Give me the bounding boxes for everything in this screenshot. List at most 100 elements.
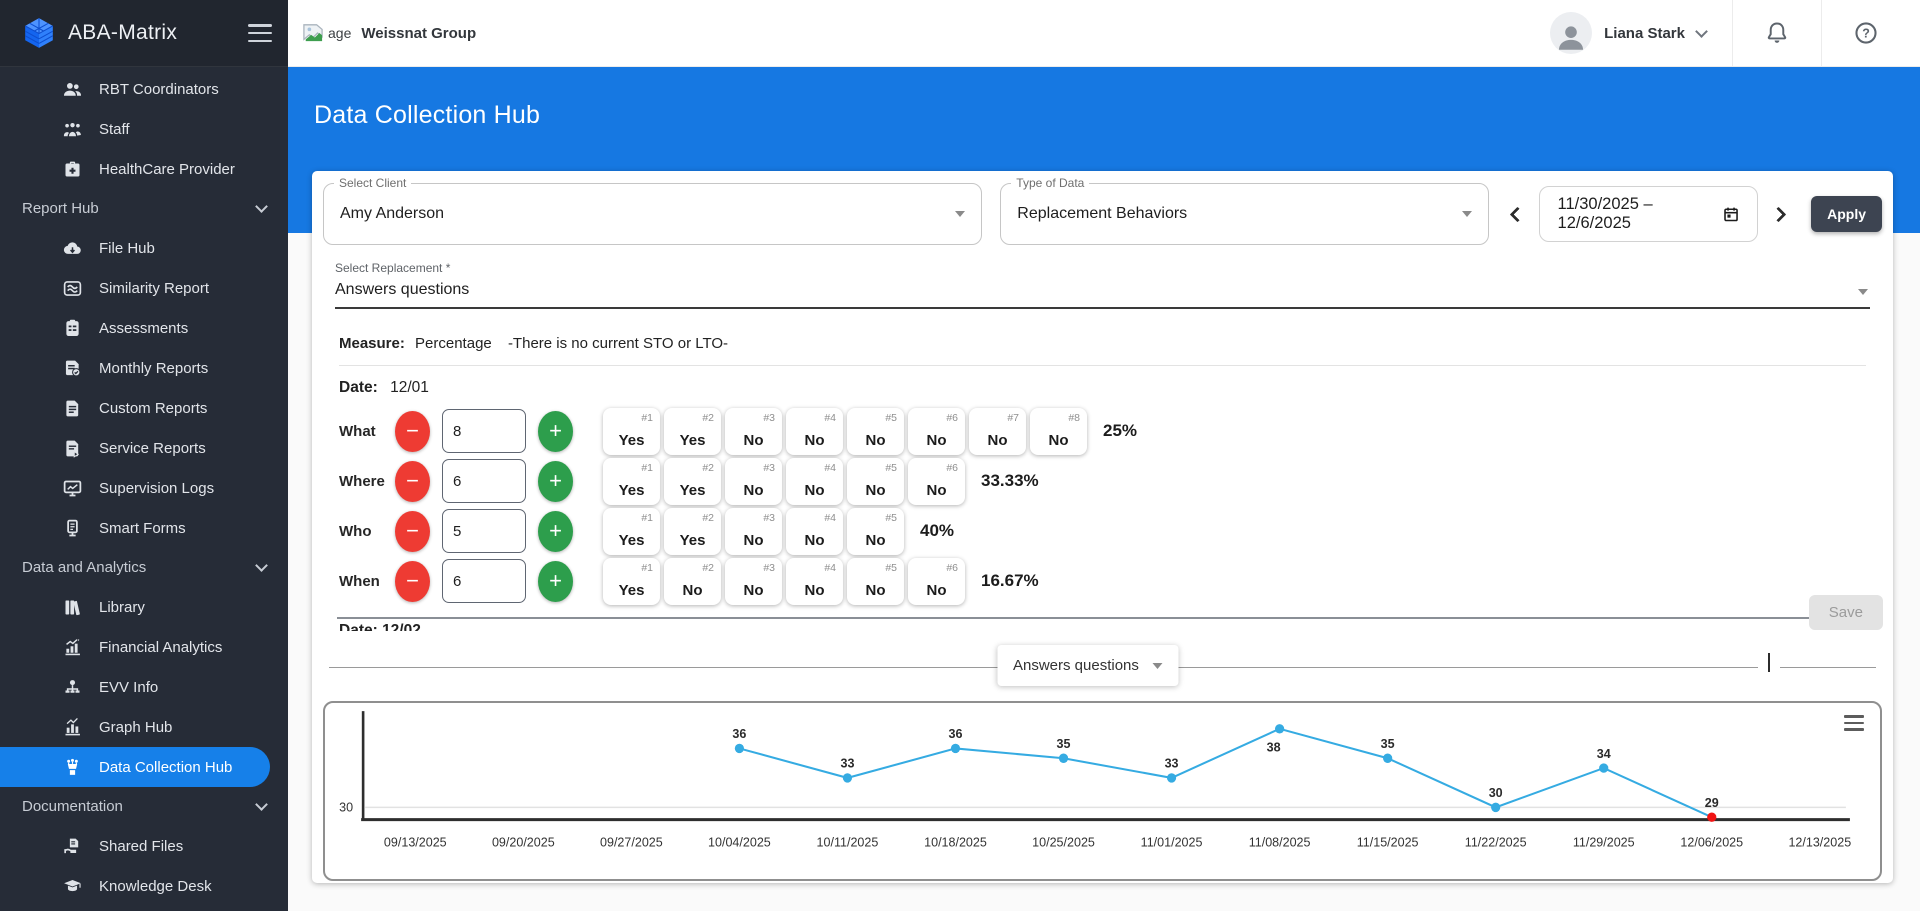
prev-week-button[interactable] [1503,197,1533,231]
sidebar-item-custom-reports[interactable]: Custom Reports [0,388,288,428]
chip-value: No [987,431,1008,449]
svg-text:11/22/2025: 11/22/2025 [1465,835,1527,849]
entry-row-label: Who [339,522,372,540]
response-chip[interactable]: #5 No [847,407,904,455]
response-chip[interactable]: #8 No [1030,407,1087,455]
help-button[interactable]: ? [1822,0,1910,66]
chart-context-menu-button[interactable] [1844,715,1864,731]
chip-value: No [743,531,764,549]
app-logo-cube-icon [24,18,54,48]
response-chip[interactable]: #3 No [725,507,782,555]
sidebar-section-data-and-analytics[interactable]: Data and Analytics [0,548,288,587]
response-chip[interactable]: #6 No [908,457,965,505]
sidebar-item-healthcare-provider[interactable]: HealthCare Provider [0,149,288,189]
response-chip[interactable]: #1 Yes [603,457,660,505]
sidebar-item-supervision-logs[interactable]: Supervision Logs [0,468,288,508]
chip-number: #5 [885,461,897,474]
svg-text:34: 34 [1597,747,1611,761]
svg-text:33: 33 [840,757,854,771]
response-chip[interactable]: #4 No [786,457,843,505]
sidebar-item-file-hub[interactable]: File Hub [0,228,288,268]
response-chip[interactable]: #4 No [786,407,843,455]
increment-button[interactable]: + [538,460,573,502]
sidebar-toggle-hamburger-icon[interactable] [248,24,272,42]
type-of-data-dropdown[interactable]: Type of Data Replacement Behaviors [1000,176,1489,245]
chip-number: #3 [763,561,775,574]
response-chip[interactable]: #6 No [908,407,965,455]
save-button[interactable]: Save [1808,595,1883,630]
svg-text:11/08/2025: 11/08/2025 [1249,835,1311,849]
sidebar-item-financial-analytics[interactable]: Financial Analytics [0,627,288,667]
notifications-button[interactable] [1733,0,1821,66]
sidebar-section-report-hub[interactable]: Report Hub [0,189,288,228]
response-chip[interactable]: #2 No [664,557,721,605]
response-chip[interactable]: #4 No [786,507,843,555]
chip-number: #6 [946,411,958,424]
sidebar-item-staff[interactable]: Staff [0,109,288,149]
decrement-button[interactable]: − [395,460,430,502]
response-chip[interactable]: #4 No [786,557,843,605]
sidebar-item-monthly-reports[interactable]: Monthly Reports [0,348,288,388]
response-chip[interactable]: #5 No [847,457,904,505]
sidebar-item-rbt-coordinators[interactable]: RBT Coordinators [0,69,288,109]
count-input[interactable] [442,459,526,503]
sidebar-item-knowledge-desk[interactable]: Knowledge Desk [0,866,288,906]
count-input[interactable] [442,559,526,603]
response-chip[interactable]: #6 No [908,557,965,605]
response-chip[interactable]: #2 Yes [664,507,721,555]
line-chart: 30 09/13/2025 09/20/2025 09/27/2025 10/04/20… [323,701,1882,881]
sidebar-item-evv-info[interactable]: EVV Info [0,667,288,707]
graph-target-dropdown[interactable]: Answers questions [996,645,1179,686]
response-chip[interactable]: #3 No [725,457,782,505]
sidebar-item-label: Monthly Reports [99,359,209,377]
chevron-left-icon [1509,206,1526,222]
decrement-button[interactable]: − [395,560,430,602]
sidebar-item-similarity-report[interactable]: Similarity Report [0,268,288,308]
response-chip[interactable]: #1 Yes [603,557,660,605]
svg-text:38: 38 [1267,740,1281,754]
increment-button[interactable]: + [538,510,573,552]
response-chip[interactable]: #2 Yes [664,407,721,455]
increment-button[interactable]: + [538,410,573,452]
chip-number: #1 [641,561,653,574]
sidebar-item-assessments[interactable]: Assessments [0,308,288,348]
svg-text:10/04/2025: 10/04/2025 [708,835,771,849]
response-chip[interactable]: #5 No [847,507,904,555]
count-input[interactable] [442,509,526,553]
decrement-button[interactable]: − [395,410,430,452]
date-range-field[interactable]: 11/30/2025 – 12/6/2025 [1538,186,1758,242]
network-icon [65,679,80,693]
svg-text:10/25/2025: 10/25/2025 [1032,835,1095,849]
doc-share-icon [66,440,80,458]
sidebar-item-shared-files[interactable]: Shared Files [0,826,288,866]
sidebar-item-library[interactable]: Library [0,587,288,627]
sidebar-section-documentation[interactable]: Documentation [0,787,288,826]
dropdown-caret-icon [1461,211,1472,217]
select-replacement-dropdown[interactable]: Select Replacement * Answers questions [335,261,1870,309]
org-block: age Weissnat Group [302,23,476,43]
response-chip[interactable]: #3 No [725,407,782,455]
select-client-dropdown[interactable]: Select Client Amy Anderson [323,176,983,245]
response-chip[interactable]: #1 Yes [603,407,660,455]
response-chip[interactable]: #7 No [969,407,1026,455]
collapse-graph-button[interactable] [1758,653,1780,672]
sidebar-item-graph-hub[interactable]: Graph Hub [0,707,288,747]
response-chip[interactable]: #5 No [847,557,904,605]
select-replacement-label: Select Replacement * [335,261,451,275]
response-chip[interactable]: #2 Yes [664,457,721,505]
increment-button[interactable]: + [538,560,573,602]
count-input[interactable] [442,409,526,453]
sidebar-item-service-reports[interactable]: Service Reports [0,428,288,468]
sidebar-item-data-collection-hub[interactable]: Data Collection Hub [0,747,270,787]
chevron-right-icon [1770,206,1787,222]
sidebar-item-smart-forms[interactable]: Smart Forms [0,508,288,548]
response-chip[interactable]: #3 No [725,557,782,605]
graph-toolbar: Answers questions [329,645,1876,691]
response-chip[interactable]: #1 Yes [603,507,660,555]
user-menu[interactable]: Liana Stark [1524,0,1732,66]
entry-date-row: Date: 12/01 [339,379,1866,397]
chip-number: #2 [702,511,714,524]
apply-button[interactable]: Apply [1811,196,1882,232]
next-week-button[interactable] [1764,197,1794,231]
decrement-button[interactable]: − [395,510,430,552]
